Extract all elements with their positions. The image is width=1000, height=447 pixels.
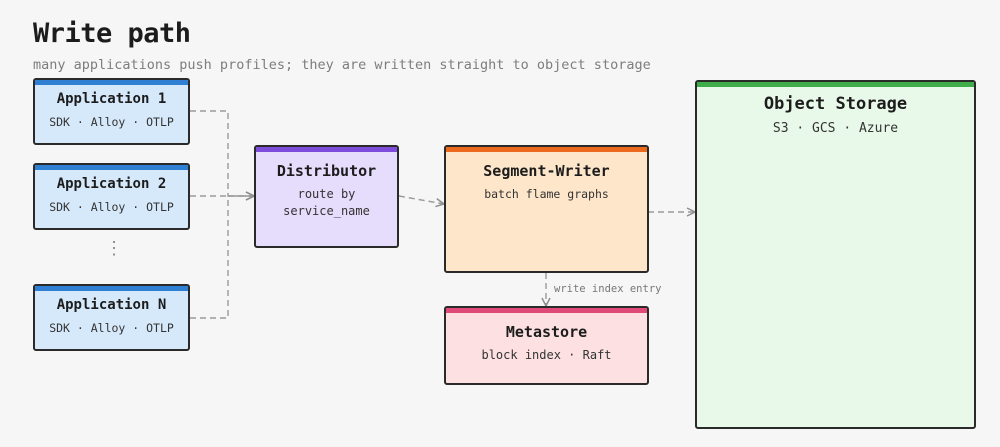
node-accent-bar xyxy=(35,286,188,291)
write-index-entry-label: write index entry xyxy=(554,283,662,295)
node-accent-bar xyxy=(256,147,397,152)
node-accent-bar xyxy=(35,165,188,170)
node-description: block index · Raft xyxy=(481,348,612,362)
node-description: route by service_name xyxy=(283,187,370,218)
vertical-ellipsis: ⋮ xyxy=(105,238,123,259)
edge-app1-distributor xyxy=(190,110,254,196)
node-description: SDK · Alloy · OTLP xyxy=(49,115,174,129)
node-description: batch flame graphs xyxy=(484,187,609,201)
node-description: SDK · Alloy · OTLP xyxy=(49,200,174,214)
node-description: S3 · GCS · Azure xyxy=(772,121,899,136)
node-title: Metastore xyxy=(505,323,588,341)
distributor-node: Distributor route by service_name xyxy=(254,145,399,248)
node-title: Application 2 xyxy=(56,176,167,192)
segment-writer-node: Segment-Writer batch flame graphs xyxy=(444,145,649,273)
node-title: Application 1 xyxy=(56,91,167,107)
node-description: SDK · Alloy · OTLP xyxy=(49,321,174,335)
application-2-node: Application 2 SDK · Alloy · OTLP xyxy=(33,163,190,230)
node-accent-bar xyxy=(446,147,647,152)
node-title: Distributor xyxy=(276,162,377,180)
node-title: Object Storage xyxy=(763,94,908,114)
node-accent-bar xyxy=(35,80,188,85)
edge-distributor-segment-writer xyxy=(398,195,444,204)
edge-appN-distributor xyxy=(190,196,254,319)
object-storage-node: Object Storage S3 · GCS · Azure xyxy=(695,80,976,429)
application-1-node: Application 1 SDK · Alloy · OTLP xyxy=(33,78,190,145)
node-accent-bar xyxy=(446,308,647,313)
application-n-node: Application N SDK · Alloy · OTLP xyxy=(33,284,190,351)
metastore-node: Metastore block index · Raft xyxy=(444,306,649,385)
node-title: Segment-Writer xyxy=(483,162,610,180)
node-accent-bar xyxy=(697,82,974,87)
node-title: Application N xyxy=(56,297,167,313)
